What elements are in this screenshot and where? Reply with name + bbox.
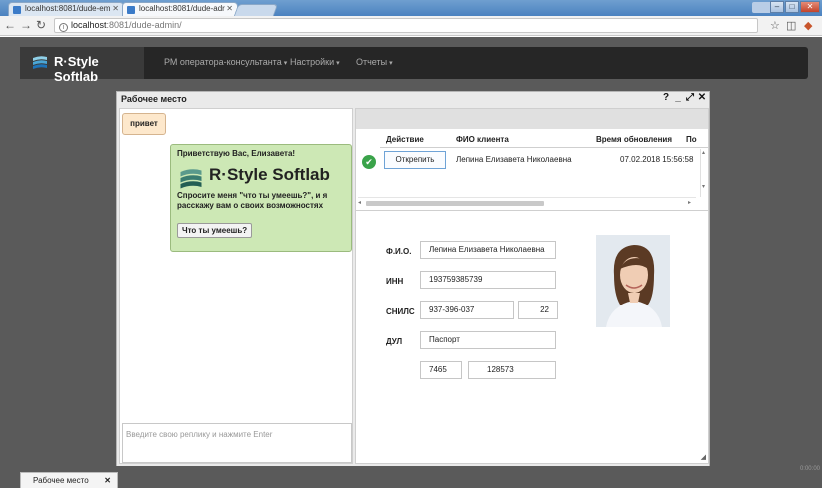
clients-grid: Действие ФИО клиента Время обновления По… [356, 131, 708, 211]
window-controls: ? _ ⤢ ✕ [659, 93, 707, 103]
passport-number-field[interactable]: 128573 [468, 361, 556, 379]
menu-reports[interactable]: Отчеты ▾ [356, 57, 393, 67]
scroll-right-icon[interactable]: ▸ [688, 199, 691, 206]
back-icon[interactable]: ← [4, 18, 16, 32]
client-name-cell[interactable]: Лепина Елизавета Николаевна [456, 155, 572, 164]
menu-label: РМ оператора-консультанта [164, 57, 282, 67]
fio-field[interactable]: Лепина Елизавета Николаевна [420, 241, 556, 259]
pane-header [356, 109, 708, 129]
bot-greeting-text: Приветствую Вас, Елизавета! [177, 149, 296, 158]
check-circle-icon: ✔ [362, 155, 376, 169]
client-photo-image [596, 235, 670, 327]
chat-input[interactable]: Введите свою реплику и нажмите Enter [122, 423, 352, 463]
vertical-scrollbar[interactable]: ▴ ▾ [700, 149, 708, 197]
url-host: localhost [71, 20, 107, 30]
brand[interactable]: R·Style Softlab [20, 47, 144, 84]
window-controls: – □ ✕ [769, 1, 820, 13]
passport-series-field[interactable]: 7465 [420, 361, 462, 379]
updated-cell[interactable]: 07.02.2018 15:56:58 [620, 155, 693, 164]
workplace-window: Рабочее место ? _ ⤢ ✕ привет Приветствую… [116, 91, 710, 467]
taskbar: Рабочее место ✕ 0:00:00 [0, 466, 822, 488]
dul-field[interactable]: Паспорт [420, 331, 556, 349]
unpin-button[interactable]: Открепить [384, 151, 446, 169]
close-tab-icon[interactable]: ✕ [226, 4, 233, 13]
clock: 0:00:00 [799, 466, 820, 472]
window-title: Рабочее место [121, 94, 187, 104]
bot-brand-text: R·Style Softlab [209, 165, 330, 184]
info-icon[interactable]: i [59, 23, 68, 32]
minimize-icon[interactable]: _ [673, 93, 683, 103]
scroll-down-icon[interactable]: ▾ [702, 183, 705, 190]
favicon-icon [13, 6, 21, 14]
snils-field[interactable]: 937-396-037 [420, 301, 514, 319]
minimize-icon[interactable]: – [770, 1, 784, 13]
bot-hint-text: Спросите меня "что ты умеешь?", и я расс… [177, 191, 328, 210]
maximize-icon[interactable]: □ [785, 1, 799, 13]
caret-down-icon: ▾ [389, 60, 393, 67]
snils-label: СНИЛС [386, 307, 415, 316]
header-divider [380, 147, 708, 148]
brand-logo-icon [180, 169, 202, 189]
top-navbar: R·Style Softlab РМ оператора-консультант… [20, 47, 808, 84]
taskbar-item-workplace[interactable]: Рабочее место ✕ [20, 472, 118, 488]
menu-label: Настройки [290, 57, 335, 67]
fio-label: Ф.И.О. [386, 247, 412, 256]
browser-tab-2[interactable]: localhost:8081/dude-adr ✕ [122, 2, 238, 16]
close-icon[interactable]: ✕ [800, 1, 820, 13]
bot-reply-bubble: Приветствую Вас, Елизавета! R·Style Soft… [170, 144, 352, 252]
client-card: Ф.И.О. Лепина Елизавета Николаевна ИНН 1… [356, 213, 708, 463]
close-icon[interactable]: ✕ [104, 473, 111, 488]
scroll-left-icon[interactable]: ◂ [358, 199, 361, 206]
reload-icon[interactable]: ↻ [36, 18, 46, 32]
browser-tab-1[interactable]: localhost:8081/dude-em ✕ [8, 2, 124, 16]
client-photo [596, 235, 670, 327]
extension-icon[interactable]: ◫ [786, 19, 796, 32]
resize-grip-icon[interactable]: ◢ [701, 453, 706, 461]
menu-operator-workplace[interactable]: РМ оператора-консультанта ▾ [164, 57, 287, 67]
close-tab-icon[interactable]: ✕ [112, 4, 119, 13]
extension-icon-2[interactable]: ◆ [804, 19, 812, 32]
column-header-client[interactable]: ФИО клиента [456, 135, 509, 144]
forward-icon[interactable]: → [20, 18, 32, 32]
inn-field[interactable]: 193759385739 [420, 271, 556, 289]
address-bar[interactable]: i localhost:8081/dude-admin/ [54, 18, 758, 33]
favicon-icon [127, 6, 135, 14]
app-desktop: R·Style Softlab РМ оператора-консультант… [0, 37, 822, 488]
browser-tab-title: localhost:8081/dude-em [25, 4, 111, 13]
scroll-thumb[interactable] [366, 201, 544, 206]
menu-label: Отчеты [356, 57, 388, 67]
browser-tab-title: localhost:8081/dude-adr [139, 4, 225, 13]
caret-down-icon: ▾ [283, 60, 288, 67]
snils-checksum-field[interactable]: 22 [518, 301, 558, 319]
help-icon[interactable]: ? [661, 93, 671, 103]
inn-label: ИНН [386, 277, 404, 286]
url-path: :8081/dude-admin/ [106, 20, 182, 30]
maximize-icon[interactable]: ⤢ [685, 93, 695, 103]
browser-toolbar: ← → ↻ i localhost:8081/dude-admin/ ☆ ◫ ◆ [0, 16, 822, 36]
new-tab-button[interactable] [233, 4, 279, 16]
browser-tabstrip: localhost:8081/dude-em ✕ localhost:8081/… [0, 0, 822, 16]
client-pane: Действие ФИО клиента Время обновления По… [355, 108, 709, 464]
what-can-you-do-button[interactable]: Что ты умеешь? [177, 223, 253, 238]
taskbar-item-label: Рабочее место [33, 476, 89, 485]
column-header-updated[interactable]: Время обновления [596, 135, 672, 144]
bookmark-star-icon[interactable]: ☆ [770, 19, 780, 32]
dul-label: ДУЛ [386, 337, 403, 346]
column-header-more[interactable]: По [686, 135, 697, 144]
column-header-action[interactable]: Действие [386, 135, 424, 144]
brand-logo-icon [33, 56, 47, 69]
caret-down-icon: ▾ [336, 60, 340, 67]
greeting-message[interactable]: привет [122, 113, 166, 135]
horizontal-scrollbar[interactable]: ◂ ▸ [358, 197, 696, 207]
scroll-up-icon[interactable]: ▴ [702, 149, 705, 156]
brand-name: R·Style Softlab [54, 54, 99, 84]
chat-pane: привет Приветствую Вас, Елизавета! R·Sty… [119, 108, 353, 464]
close-icon[interactable]: ✕ [697, 93, 707, 103]
menu-settings[interactable]: Настройки ▾ [290, 57, 340, 67]
